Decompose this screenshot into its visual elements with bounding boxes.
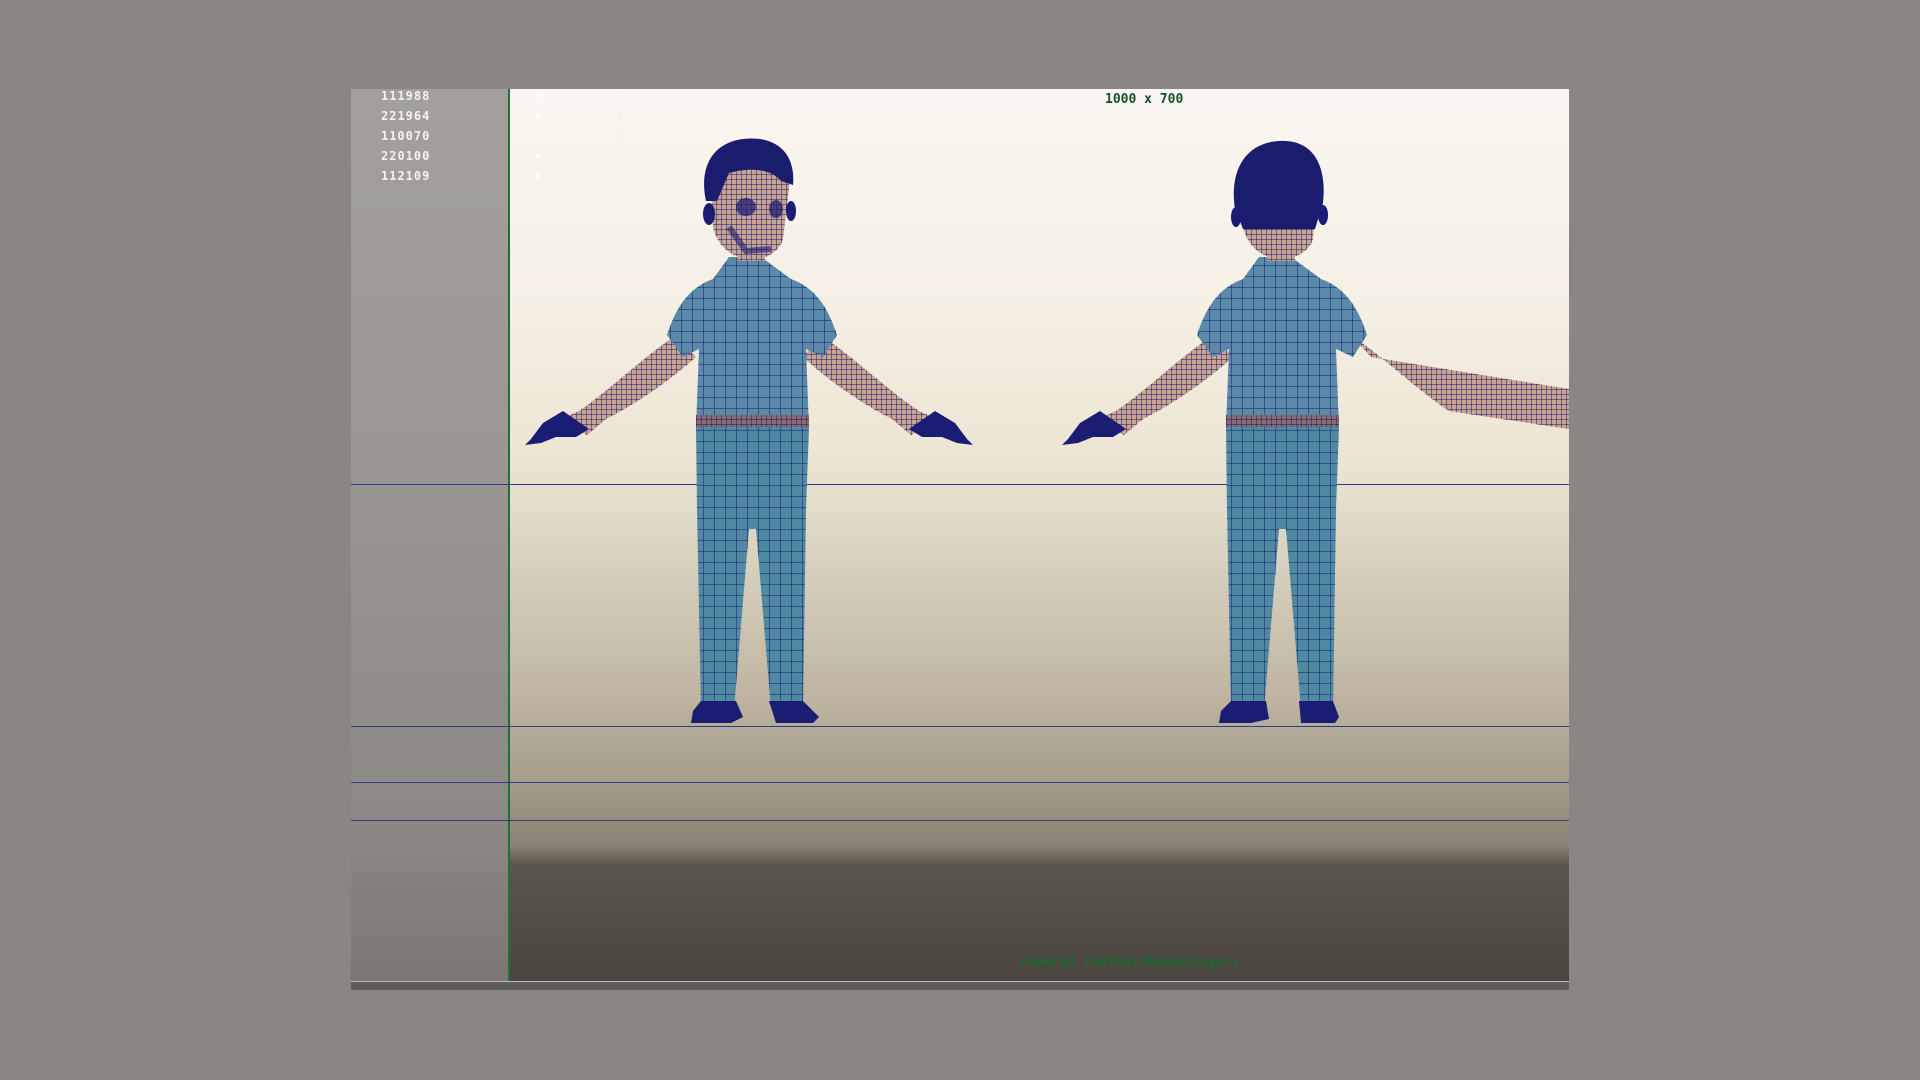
- stat-row: 221964 0: [381, 109, 624, 125]
- stat-row: 111988 0: [381, 89, 624, 105]
- stat-value: 112109: [381, 169, 431, 183]
- character-scene[interactable]: [351, 89, 1569, 990]
- stat-marker-icon: [535, 94, 539, 98]
- stat-row: 112109 0: [381, 169, 624, 185]
- stat-value: 111988: [381, 89, 431, 103]
- stat-secondary: 0: [615, 169, 624, 183]
- viewport-bottom-edge: [351, 981, 1569, 990]
- stat-row: 110070 0: [381, 129, 624, 145]
- stat-secondary: 0: [615, 109, 624, 123]
- stat-secondary: 0: [615, 129, 624, 143]
- stat-value: 220100: [381, 149, 431, 163]
- back-view-character[interactable]: [1062, 140, 1569, 723]
- stat-secondary: 0: [615, 149, 624, 163]
- resolution-gate-label: 1000 x 700: [1105, 92, 1184, 107]
- stat-secondary: 0: [615, 89, 624, 103]
- viewport-panel[interactable]: 111988 0 221964 0 110070 0 220100 0 1121…: [351, 89, 1569, 990]
- stat-value: 110070: [381, 129, 431, 143]
- stat-marker-icon: [535, 114, 539, 118]
- stat-value: 221964: [381, 109, 431, 123]
- stat-marker-icon: [535, 134, 539, 138]
- front-view-character[interactable]: [525, 138, 973, 723]
- stat-row: 220100 0: [381, 149, 624, 165]
- camera-name-label: camera2 (defaultRenderLayer): [1021, 955, 1241, 970]
- stat-marker-icon: [535, 154, 539, 158]
- stat-marker-icon: [535, 174, 539, 178]
